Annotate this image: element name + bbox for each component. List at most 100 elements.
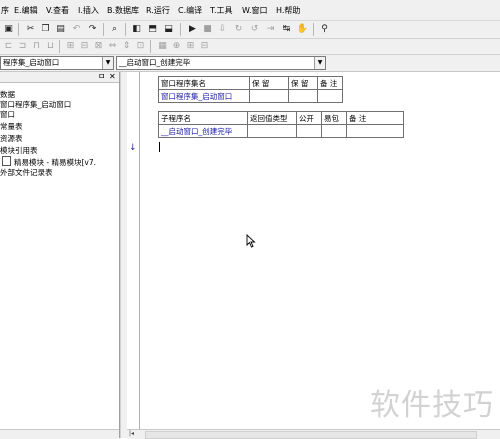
layout-bottom-icon[interactable]: ⬓ <box>162 23 175 36</box>
table-cell[interactable] <box>321 124 347 138</box>
tree-item-jingyi-label: 精易模块 - 精易模块[v7. <box>14 158 96 167</box>
binoculars-icon[interactable]: ⚲ <box>318 23 331 36</box>
toolbar-separator <box>125 23 126 36</box>
table-header-cell: 公开 <box>296 111 322 125</box>
menu-run[interactable]: R.运行 <box>146 5 170 16</box>
paste-icon[interactable]: ▤ <box>54 23 67 36</box>
table-header-cell: 备 注 <box>317 76 343 90</box>
run-to-cursor-icon[interactable]: ⇥ <box>264 23 277 36</box>
layout-left-icon[interactable]: ◧ <box>130 23 143 36</box>
assembly-name-cell[interactable]: 窗口程序集_启动窗口 <box>158 89 250 103</box>
lock-icon[interactable]: ⊕ <box>170 40 183 53</box>
table-header-cell: 子程序名 <box>158 111 248 125</box>
cut-icon[interactable]: ✂ <box>24 23 37 36</box>
table-cell[interactable] <box>296 124 322 138</box>
table-header-row: 窗口程序集名 保 留 保 留 备 注 <box>158 76 343 90</box>
assembly-select-value: 程序集_启动窗口 <box>3 58 60 67</box>
space-vertical-icon[interactable]: ⇕ <box>120 40 133 53</box>
tree-item-window[interactable]: 窗口 <box>0 110 15 119</box>
text-caret <box>159 142 160 152</box>
same-size-icon[interactable]: ⊠ <box>92 40 105 53</box>
tree-item-constants[interactable]: 常量表 <box>0 122 23 131</box>
watermark: 软件技巧 <box>370 388 494 423</box>
same-height-icon[interactable]: ⊟ <box>78 40 91 53</box>
subroutine-select[interactable]: __启动窗口_创建完毕 ▼ <box>116 56 326 70</box>
save-icon[interactable]: ▣ <box>2 23 15 36</box>
toolbar-separator <box>18 23 19 36</box>
align-left-icon[interactable]: ⊏ <box>2 40 15 53</box>
main-toolbar: ▣ ✂ ❐ ▤ ↶ ↷ ⌕ ◧ ⬒ ⬓ ▶ ■ ⇩ ↻ ↺ ⇥ ↹ ✋ ⚲ <box>0 21 500 39</box>
grid-icon[interactable]: ▦ <box>156 40 169 53</box>
toolbar-separator <box>180 23 181 36</box>
close-icon[interactable]: ✕ <box>109 72 116 82</box>
toolbar-separator <box>313 23 314 36</box>
redo-icon[interactable]: ↷ <box>86 23 99 36</box>
same-width-icon[interactable]: ⊞ <box>64 40 77 53</box>
align-toolbar: ⊏ ⊐ ⊓ ⊔ ⊞ ⊟ ⊠ ⇔ ⇕ ⊡ ▦ ⊕ ⊞ ⊟ <box>0 39 500 55</box>
menu-database[interactable]: B.数据库 <box>107 5 139 16</box>
table-header-cell: 易包 <box>321 111 347 125</box>
table-header-cell: 窗口程序集名 <box>158 76 250 90</box>
chevron-down-icon[interactable]: ▼ <box>102 57 113 69</box>
table-header-cell: 保 留 <box>249 76 289 90</box>
stop-icon[interactable]: ■ <box>201 23 214 36</box>
menu-item-0[interactable]: 序 <box>1 5 9 16</box>
tree-item-assembly[interactable]: 窗口程序集_启动窗口 <box>0 100 71 109</box>
tab-order-icon[interactable]: ⊞ <box>184 40 197 53</box>
pin-icon[interactable]: ㅁ <box>98 72 105 82</box>
module-file-icon <box>2 156 11 166</box>
table-header-cell: 保 留 <box>288 76 318 90</box>
scroll-left-icon[interactable]: |◂ <box>129 430 134 438</box>
step-into-icon[interactable]: ⇩ <box>216 23 229 36</box>
mouse-pointer-icon <box>246 234 256 248</box>
hand-icon[interactable]: ✋ <box>296 23 309 36</box>
properties-icon[interactable]: ⊟ <box>198 40 211 53</box>
menu-compile[interactable]: C.编译 <box>178 5 202 16</box>
step-over-icon[interactable]: ↻ <box>232 23 245 36</box>
run-icon[interactable]: ▶ <box>186 23 199 36</box>
tree-item-module-refs[interactable]: 模块引用表 <box>0 146 38 155</box>
table-cell[interactable] <box>317 89 343 103</box>
menu-window[interactable]: W.窗口 <box>242 5 268 16</box>
table-header-cell: 备 注 <box>346 111 404 125</box>
subroutine-table: 子程序名 返回值类型 公开 易包 备 注 __启动窗口_创建完毕 <box>158 111 404 138</box>
tree-item-data[interactable]: 数据 <box>0 90 15 99</box>
menu-view[interactable]: V.查看 <box>46 5 69 16</box>
toolbar-separator <box>150 40 151 53</box>
assembly-select[interactable]: 程序集_启动窗口 ▼ <box>0 56 114 70</box>
menu-tools[interactable]: T.工具 <box>210 5 232 16</box>
step-out-icon[interactable]: ↺ <box>248 23 261 36</box>
toolbar-separator <box>59 40 60 53</box>
table-cell[interactable] <box>247 124 297 138</box>
tree-item-external-files[interactable]: 外部文件记录表 <box>0 168 53 177</box>
menu-edit[interactable]: E.编辑 <box>14 5 38 16</box>
find-icon[interactable]: ⌕ <box>108 23 121 36</box>
copy-icon[interactable]: ❐ <box>39 23 52 36</box>
table-cell[interactable] <box>288 89 318 103</box>
align-bottom-icon[interactable]: ⊔ <box>44 40 57 53</box>
panel-header: ㅁ ✕ <box>0 72 119 83</box>
table-row[interactable]: 窗口程序集_启动窗口 <box>158 89 343 103</box>
space-horizontal-icon[interactable]: ⇔ <box>106 40 119 53</box>
editor-gutter: ↓ <box>127 72 140 438</box>
menu-insert[interactable]: I.插入 <box>78 5 99 16</box>
breakpoint-icon[interactable]: ↹ <box>280 23 293 36</box>
tree-item-jingyi-module[interactable]: 精易模块 - 精易模块[v7. <box>2 156 96 167</box>
align-top-icon[interactable]: ⊓ <box>30 40 43 53</box>
align-right-icon[interactable]: ⊐ <box>16 40 29 53</box>
subroutine-name-cell[interactable]: __启动窗口_创建完毕 <box>158 124 248 138</box>
table-cell[interactable] <box>346 124 404 138</box>
undo-icon[interactable]: ↶ <box>70 23 83 36</box>
layout-top-icon[interactable]: ⬒ <box>146 23 159 36</box>
table-cell[interactable] <box>249 89 289 103</box>
project-panel: ㅁ ✕ 数据 窗口程序集_启动窗口 窗口 常量表 资源表 模块引用表 精易模块 … <box>0 72 120 439</box>
table-header-cell: 返回值类型 <box>247 111 297 125</box>
table-row[interactable]: __启动窗口_创建完毕 <box>158 124 404 138</box>
subroutine-select-value: __启动窗口_创建完毕 <box>119 58 191 67</box>
center-horizontal-icon[interactable]: ⊡ <box>134 40 147 53</box>
tree-item-resources[interactable]: 资源表 <box>0 134 23 143</box>
chevron-down-icon[interactable]: ▼ <box>314 57 325 69</box>
menu-help[interactable]: H.帮助 <box>276 5 300 16</box>
table-header-row: 子程序名 返回值类型 公开 易包 备 注 <box>158 111 404 125</box>
assembly-table: 窗口程序集名 保 留 保 留 备 注 窗口程序集_启动窗口 <box>158 76 343 103</box>
